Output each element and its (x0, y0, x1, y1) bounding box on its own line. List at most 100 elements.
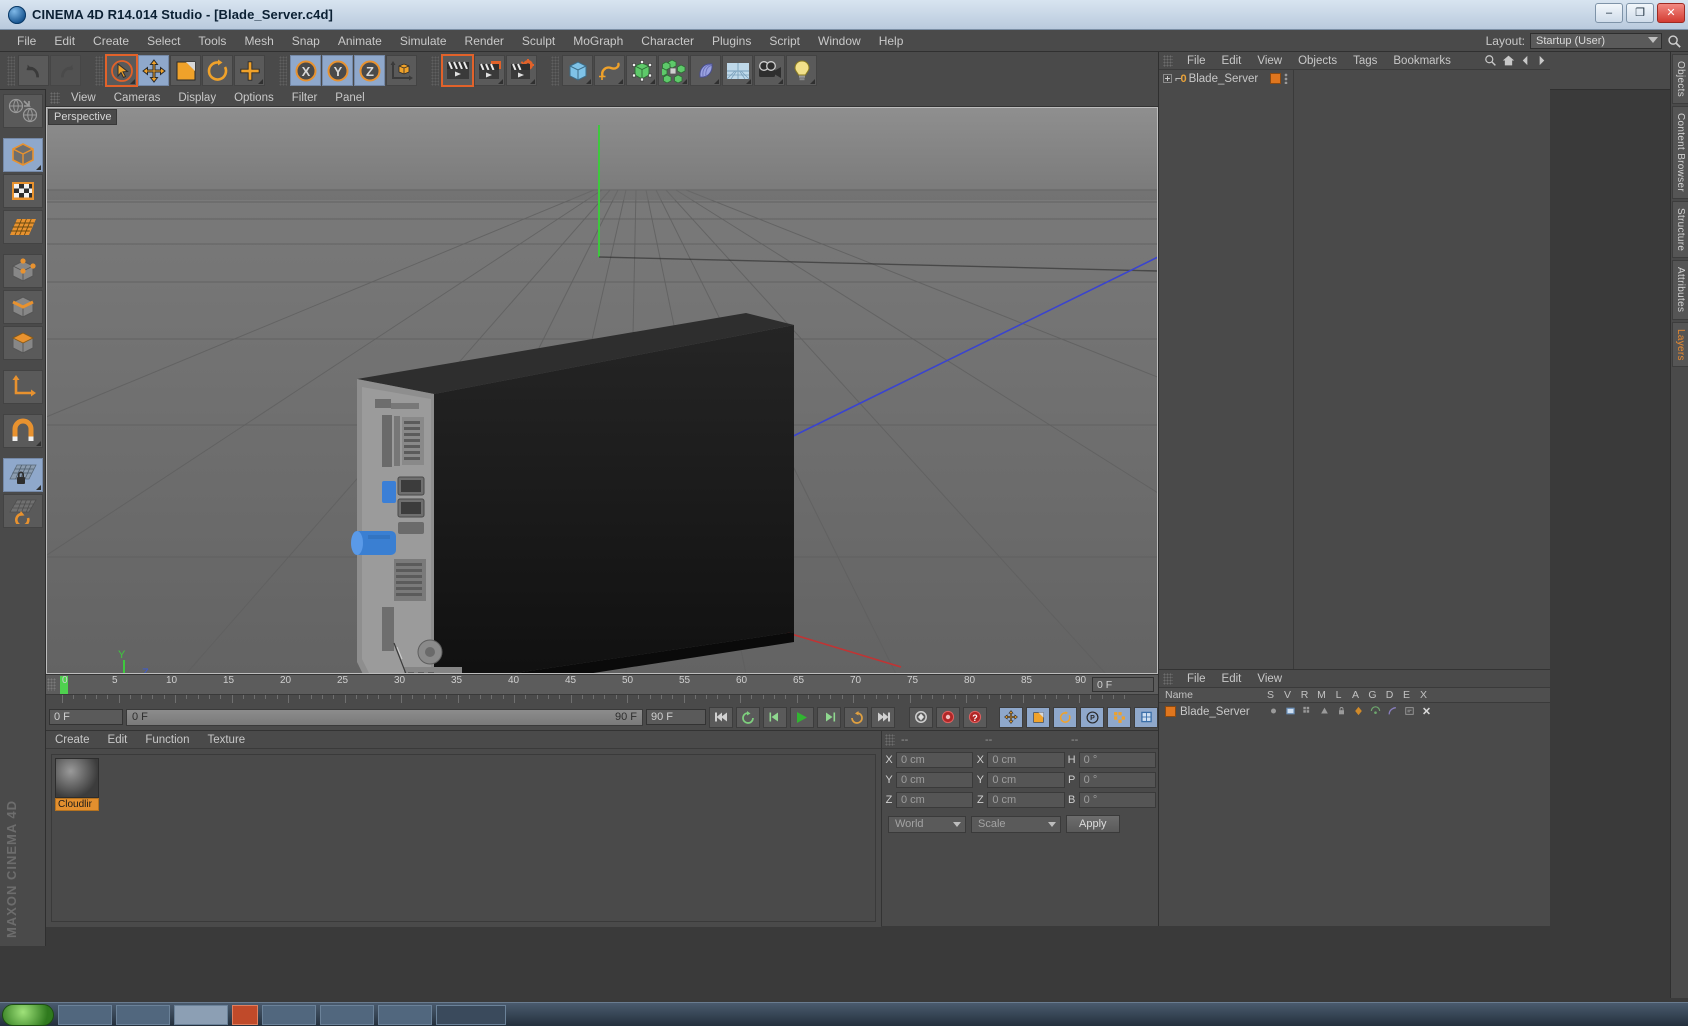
menu-item-help[interactable]: Help (870, 32, 913, 50)
live-selection-tool[interactable] (105, 54, 138, 87)
lm-menu-view[interactable]: View (1249, 672, 1290, 686)
viewport-menu-panel[interactable]: Panel (326, 91, 373, 105)
rotation-b-field[interactable]: 0 ° (1078, 792, 1156, 808)
expand-toggle-icon[interactable] (1163, 74, 1172, 83)
coordinates-grip[interactable] (885, 733, 895, 746)
tab-objects[interactable]: Objects (1672, 54, 1688, 105)
move-tool[interactable] (138, 55, 169, 86)
position-x-field[interactable]: 0 cm (896, 752, 974, 768)
model-mode-tool[interactable] (3, 138, 43, 172)
layer-name[interactable]: Blade_Server (1180, 706, 1264, 718)
autokeying-button[interactable] (936, 706, 960, 728)
keyframe-selection-button[interactable]: ? (963, 706, 987, 728)
toolbar-grip-4[interactable] (431, 55, 439, 86)
grey-sphere-preview[interactable] (55, 758, 99, 798)
om-home-icon[interactable] (1502, 54, 1515, 67)
viewport-3d-scene[interactable]: Y X Z Perspective (46, 107, 1158, 674)
taskbar-item-8[interactable] (436, 1004, 506, 1025)
edges-mode-tool[interactable] (3, 290, 43, 324)
rotate-tool[interactable] (202, 55, 233, 86)
om-menu-file[interactable]: File (1179, 54, 1214, 68)
toolbar-grip-5[interactable] (551, 55, 559, 86)
layer-render-icon[interactable] (1302, 706, 1315, 718)
record-active-objects-button[interactable] (909, 706, 933, 728)
rotation-h-field[interactable]: 0 ° (1078, 752, 1156, 768)
om-forward-icon[interactable] (1536, 55, 1547, 66)
time-start-field[interactable]: 0 F (49, 709, 123, 725)
material-menu-function[interactable]: Function (136, 733, 198, 747)
om-menu-view[interactable]: View (1249, 54, 1290, 68)
layer-deformers-icon[interactable] (1387, 706, 1400, 718)
layer-row[interactable]: Blade_Server (1159, 703, 1550, 720)
menu-item-mesh[interactable]: Mesh (235, 32, 282, 50)
step-back-button[interactable] (763, 706, 787, 728)
current-frame-field[interactable]: 0 F (1092, 677, 1154, 692)
autokey-mode-button[interactable] (1134, 706, 1158, 728)
redo-button[interactable] (50, 55, 81, 86)
add-environment-button[interactable] (722, 55, 753, 86)
size-y-field[interactable]: 0 cm (987, 772, 1065, 788)
taskbar-item-5[interactable] (262, 1004, 316, 1025)
menu-item-mograph[interactable]: MoGraph (564, 32, 632, 50)
taskbar-item-3[interactable] (174, 1004, 228, 1025)
go-to-end-button[interactable] (871, 706, 895, 728)
menu-item-snap[interactable]: Snap (283, 32, 329, 50)
add-deformer-button[interactable] (690, 55, 721, 86)
maximize-button[interactable]: ❐ (1626, 3, 1654, 23)
menu-item-render[interactable]: Render (456, 32, 513, 50)
material-tag-icon[interactable] (1270, 73, 1282, 84)
taskbar-item-7[interactable] (378, 1004, 432, 1025)
undo-view-tool[interactable] (3, 94, 43, 128)
menu-item-edit[interactable]: Edit (45, 32, 84, 50)
lm-menu-edit[interactable]: Edit (1214, 672, 1250, 686)
material-list[interactable]: Cloudlir (46, 749, 881, 927)
start-button[interactable] (2, 1003, 54, 1026)
object-row-blade-server[interactable]: ⌐0 Blade_Server (1159, 70, 1550, 87)
om-search-icon[interactable] (1484, 54, 1497, 67)
taskbar-item-2[interactable] (116, 1004, 170, 1025)
workplane-tool[interactable] (3, 494, 43, 528)
magnifier-icon[interactable] (1667, 34, 1682, 49)
time-scrubber[interactable]: 0 F 90 F (126, 708, 643, 726)
pla-key-button[interactable] (1107, 706, 1131, 728)
layer-generators-icon[interactable] (1370, 705, 1383, 718)
world-object-coord-button[interactable] (386, 55, 417, 86)
loop-button[interactable] (736, 706, 760, 728)
points-mode-tool[interactable] (3, 254, 43, 288)
viewport-menu-filter[interactable]: Filter (283, 91, 327, 105)
toolbar-grip[interactable] (7, 55, 15, 86)
layout-dropdown[interactable]: Startup (User) (1530, 33, 1662, 49)
rotation-p-field[interactable]: 0 ° (1078, 772, 1156, 788)
layer-lock-icon[interactable] (1336, 706, 1349, 718)
tab-layers[interactable]: Layers (1672, 321, 1688, 368)
apply-button[interactable]: Apply (1066, 815, 1120, 833)
lock-workplane-tool[interactable] (3, 458, 43, 492)
layer-color-swatch[interactable] (1165, 706, 1176, 717)
texture-mode-tool[interactable] (3, 174, 43, 208)
layer-solo-icon[interactable] (1268, 706, 1281, 718)
play-forward-loop-button[interactable] (844, 706, 868, 728)
object-tree[interactable]: ⌐0 Blade_Server (1159, 70, 1550, 669)
taskbar-item-4[interactable] (232, 1004, 258, 1025)
polygon-mesh-tool[interactable] (3, 210, 43, 244)
tab-attributes[interactable]: Attributes (1672, 260, 1688, 320)
timeline-ruler[interactable]: 0 5 10 15 20 25 30 35 40 45 50 55 60 65 … (46, 675, 1158, 695)
render-region-button[interactable] (474, 55, 505, 86)
om-menu-objects[interactable]: Objects (1290, 54, 1345, 68)
param-key-button[interactable]: P (1080, 706, 1104, 728)
menu-item-animate[interactable]: Animate (329, 32, 391, 50)
lock-z-axis-button[interactable]: Z (354, 55, 385, 86)
menu-item-window[interactable]: Window (809, 32, 870, 50)
viewport-menu-cameras[interactable]: Cameras (105, 91, 170, 105)
play-button[interactable] (790, 706, 814, 728)
render-settings-button[interactable] (506, 55, 537, 86)
om-menu-tags[interactable]: Tags (1345, 54, 1385, 68)
menu-item-create[interactable]: Create (84, 32, 138, 50)
om-menu-bookmarks[interactable]: Bookmarks (1385, 54, 1459, 68)
toolbar-grip-3[interactable] (279, 55, 287, 86)
viewport-menu-options[interactable]: Options (225, 91, 283, 105)
size-x-field[interactable]: 0 cm (987, 752, 1065, 768)
add-light-button[interactable] (786, 55, 817, 86)
lock-x-axis-button[interactable]: X (290, 55, 321, 86)
axis-mode-tool[interactable] (3, 370, 43, 404)
